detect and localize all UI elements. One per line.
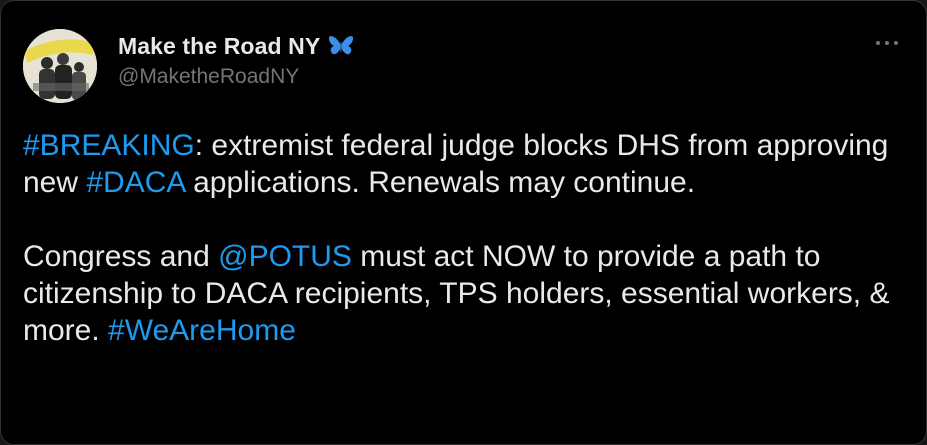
hashtag-breaking[interactable]: #BREAKING (23, 129, 195, 162)
more-options-icon[interactable] (872, 35, 902, 51)
tweet-card: Make the Road NY @MaketheRoadNY #BREAKIN… (0, 0, 927, 445)
display-name[interactable]: Make the Road NY (118, 33, 320, 60)
avatar-image (23, 29, 97, 103)
user-handle[interactable]: @MaketheRoadNY (118, 65, 354, 89)
tweet-paragraph-1: #BREAKING: extremist federal judge block… (23, 127, 903, 201)
tweet-text-segment: applications. Renewals may continue. (184, 166, 696, 199)
author-block: Make the Road NY @MaketheRoadNY (118, 31, 354, 89)
name-row: Make the Road NY (118, 31, 354, 61)
hashtag-daca[interactable]: #DACA (86, 166, 184, 199)
avatar[interactable] (23, 29, 97, 103)
tweet-text-segment: Congress and (23, 240, 219, 273)
butterfly-icon (328, 34, 354, 58)
tweet-text: #BREAKING: extremist federal judge block… (23, 127, 903, 349)
tweet-paragraph-2: Congress and @POTUS must act NOW to prov… (23, 238, 903, 349)
hashtag-wearehome[interactable]: #WeAreHome (108, 314, 296, 347)
mention-potus[interactable]: @POTUS (218, 240, 352, 273)
